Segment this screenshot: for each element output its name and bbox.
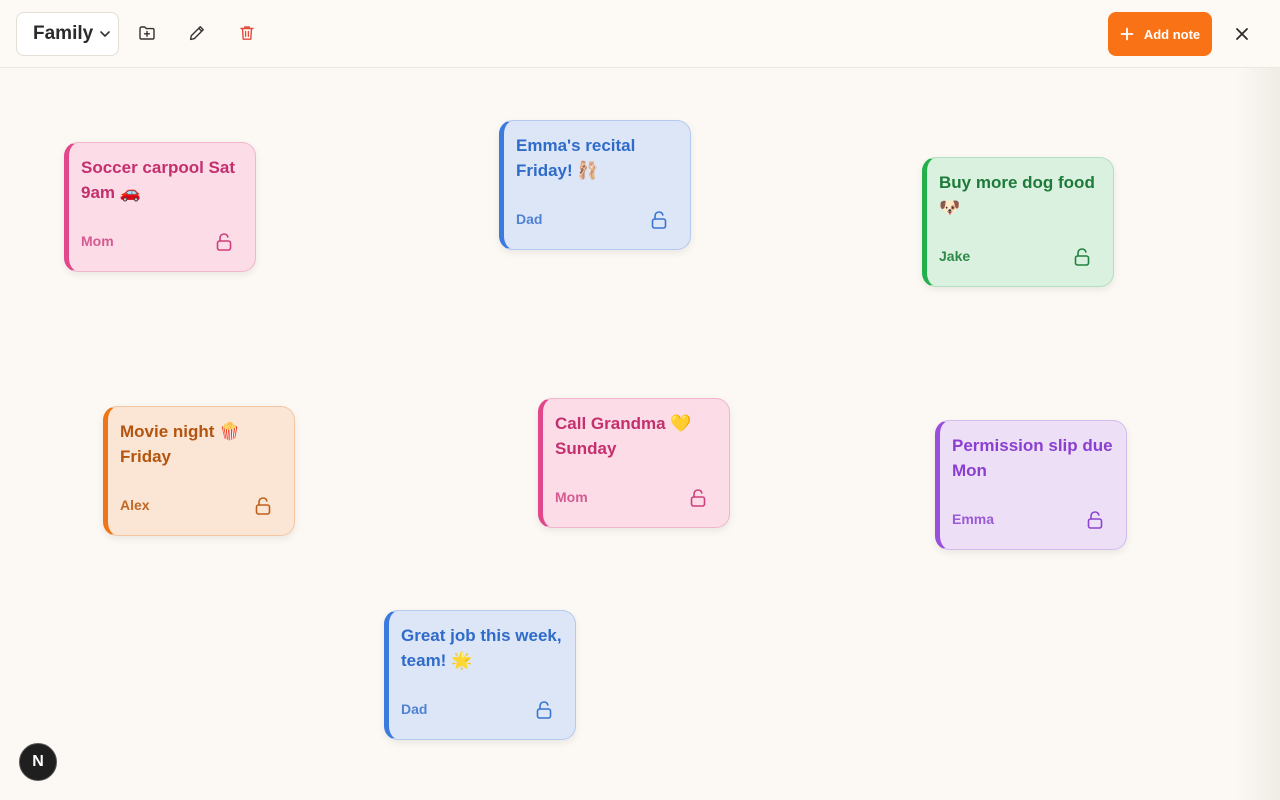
note-card[interactable]: Emma's recital Friday! 🩰 Dad: [499, 120, 691, 250]
add-note-button[interactable]: Add note: [1108, 12, 1212, 56]
unlock-icon[interactable]: [535, 700, 553, 720]
close-icon: [1236, 28, 1248, 40]
delete-board-button[interactable]: [236, 22, 258, 44]
rename-button[interactable]: [186, 22, 208, 44]
unlock-icon[interactable]: [1086, 510, 1104, 530]
chevron-down-icon: [100, 31, 110, 37]
unlock-icon[interactable]: [689, 488, 707, 508]
note-card[interactable]: Call Grandma 💛 Sunday Mom: [538, 398, 730, 528]
framework-badge[interactable]: N: [19, 743, 57, 781]
note-text: Permission slip due Mon: [952, 436, 1113, 480]
folder-plus-icon: [139, 26, 155, 40]
note-card[interactable]: Buy more dog food 🐶 Jake: [922, 157, 1114, 287]
plus-icon: [1120, 27, 1134, 41]
note-text: Call Grandma 💛 Sunday: [555, 414, 692, 458]
note-author: Dad: [516, 211, 543, 227]
board-select-value: Family: [33, 23, 94, 44]
note-author: Alex: [120, 497, 150, 513]
unlock-icon[interactable]: [650, 210, 668, 230]
note-card[interactable]: Soccer carpool Sat 9am 🚗 Mom: [64, 142, 256, 272]
new-folder-button[interactable]: [136, 22, 158, 44]
board-select[interactable]: Family: [16, 12, 119, 56]
close-button[interactable]: [1232, 24, 1252, 44]
note-text: Great job this week, team! 🌟: [401, 626, 562, 670]
note-text: Soccer carpool Sat 9am 🚗: [81, 158, 236, 202]
note-author: Dad: [401, 701, 428, 717]
trash-icon: [240, 26, 254, 40]
unlock-icon[interactable]: [1073, 247, 1091, 267]
note-card[interactable]: Permission slip due Mon Emma: [935, 420, 1127, 550]
note-author: Emma: [952, 511, 995, 527]
add-note-label: Add note: [1143, 26, 1201, 42]
scroll-edge-shadow: [1234, 68, 1280, 800]
note-text: Emma's recital Friday! 🩰: [516, 136, 636, 180]
note-card[interactable]: Movie night 🍿 Friday Alex: [103, 406, 295, 536]
pencil-icon: [189, 26, 204, 41]
note-card[interactable]: Great job this week, team! 🌟 Dad: [384, 610, 576, 740]
toolbar: Family Add note: [0, 0, 1280, 68]
note-text: Buy more dog food 🐶: [939, 173, 1095, 217]
unlock-icon[interactable]: [215, 232, 233, 252]
note-text: Movie night 🍿 Friday: [120, 422, 241, 466]
note-author: Mom: [81, 233, 114, 249]
unlock-icon[interactable]: [254, 496, 272, 516]
note-author: Jake: [939, 248, 971, 264]
note-author: Mom: [555, 489, 588, 505]
